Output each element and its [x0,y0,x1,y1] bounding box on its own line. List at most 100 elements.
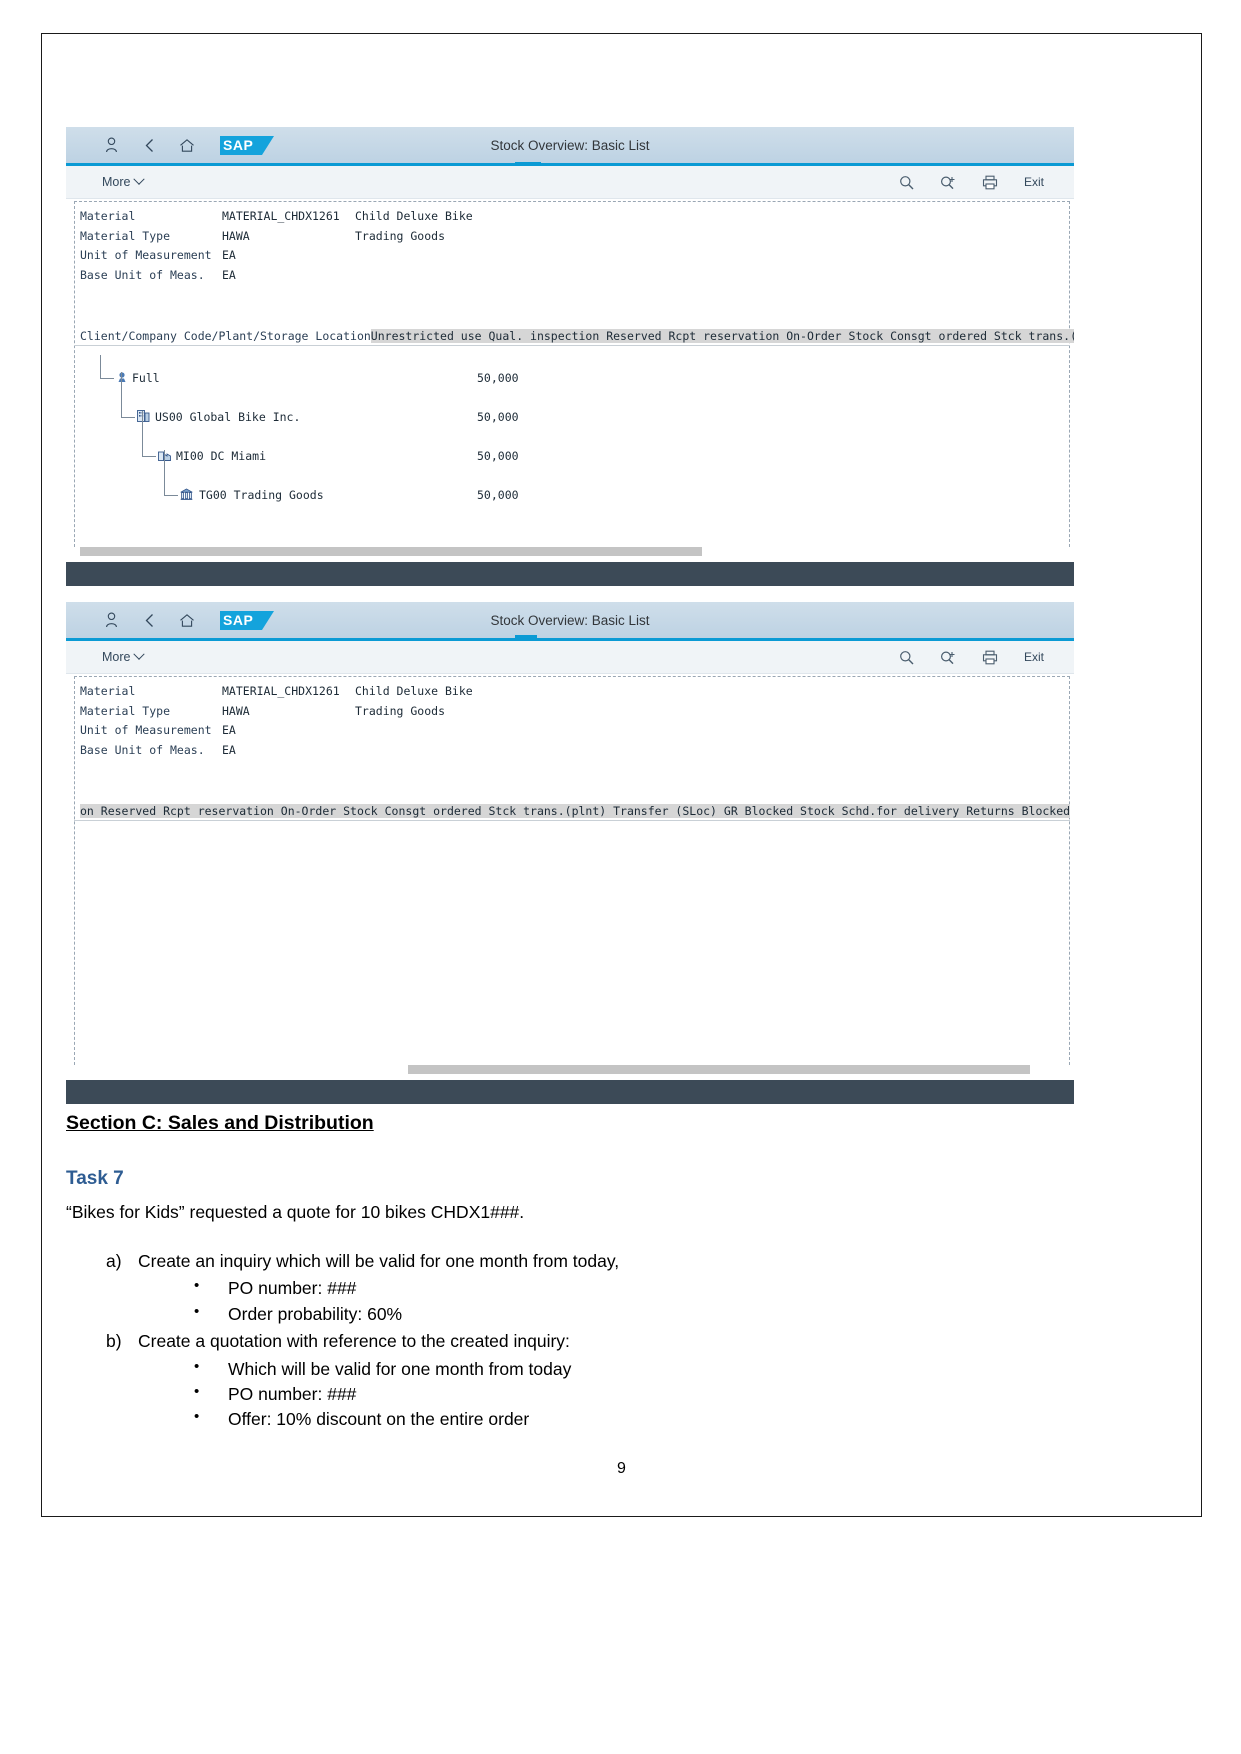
sap-screenshot-2: SAP Stock Overview: Basic List More Exit… [66,602,1074,1107]
meta-value-2: Child Deluxe Bike [355,209,473,223]
column-header-rule [74,820,1070,821]
list-item: • Offer: 10% discount on the entire order [194,1407,1177,1432]
print-icon[interactable] [982,650,998,665]
back-icon[interactable] [140,611,158,629]
meta-row: Unit of Measurement EA [66,721,1074,741]
meta-value-2: Trading Goods [355,228,446,243]
body-border-top-1 [74,201,1070,202]
tree-elbow [100,355,114,379]
horizontal-scrollbar-2[interactable] [74,1065,1070,1074]
column-header-row-1: Client/Company Code/Plant/Storage Locati… [66,327,1074,346]
sap-list-body-2: Material MATERIAL_CHDX1261 Child Deluxe … [66,674,1074,1080]
meta-row: Material Type HAWA Trading Goods [66,702,1074,722]
sap-logo-text: SAP [223,611,254,628]
body-border-top-2 [74,676,1070,677]
bullet-text: Order probability: 60% [228,1303,403,1324]
table-row[interactable]: TG00 Trading Goods 50,000 [80,450,1074,517]
meta-label: Material Type [80,703,171,718]
meta-label: Unit of Measurement [80,248,212,262]
page-number: 9 [617,1460,626,1477]
tree-value: 50,000 [477,488,519,502]
sap-list-body-1: Material MATERIAL_CHDX1261 Child Deluxe … [66,199,1074,562]
tree-elbow [142,433,156,457]
sap-footer-bar-2 [66,1080,1074,1104]
sap-toolbar-1: More Exit [66,166,1074,199]
page-title: Section C: Sales and Distribution [66,1112,374,1134]
more-label: More [102,650,131,664]
home-icon[interactable] [178,611,196,629]
bullet-text: PO number: ### [228,1383,357,1404]
meta-row: Unit of Measurement EA [66,246,1074,266]
body-border-right-2 [1069,676,1070,1070]
list-marker: b) [106,1331,122,1352]
bullet-icon: • [194,1277,200,1295]
sap-shell-header-1: SAP Stock Overview: Basic List [66,127,1074,163]
sap-logo-text: SAP [223,136,254,153]
home-icon[interactable] [178,136,196,154]
list-item-text: Create a quotation with reference to the… [138,1331,570,1352]
tree-elbow [121,394,135,418]
shell-header-icons-2: SAP [102,610,274,630]
meta-label: Unit of Measurement [80,723,212,737]
task-intro-text: “Bikes for Kids” requested a quote for 1… [66,1202,525,1222]
horizontal-scrollbar-1[interactable] [74,547,1070,556]
meta-value-2: Child Deluxe Bike [355,684,473,698]
exit-button-2[interactable]: Exit [1024,650,1044,664]
scrollbar-thumb[interactable] [407,1065,1031,1074]
more-menu-button-1[interactable]: More [102,173,146,189]
table-row[interactable]: Full 50,000 [80,355,1074,400]
search-next-icon[interactable] [940,650,956,665]
exit-button-1[interactable]: Exit [1024,175,1044,189]
bullet-text: Offer: 10% discount on the entire order [228,1409,530,1430]
meta-value-1: MATERIAL_CHDX1261 [222,684,340,698]
tree-label: Full [132,371,160,385]
print-icon[interactable] [982,175,998,190]
bullet-text: Which will be valid for one month from t… [228,1358,572,1379]
task-heading: Task 7 [66,1168,124,1189]
search-next-icon[interactable] [940,175,956,190]
meta-label: Material Type [80,228,171,243]
meta-row: Base Unit of Meas. EA [66,266,1074,286]
meta-row: Base Unit of Meas. EA [66,741,1074,761]
meta-row: Material MATERIAL_CHDX1261 Child Deluxe … [66,682,1074,702]
tree-value: 50,000 [477,371,519,385]
bullet-icon: • [194,1302,200,1320]
meta-value-1: HAWA [222,228,250,243]
user-icon[interactable] [102,136,120,154]
search-icon[interactable] [899,175,914,190]
sub-bullet-list: • Which will be valid for one month from … [138,1357,1177,1433]
meta-label: Material [80,209,136,223]
column-header-row-2: on Reserved Rcpt reservation On-Order St… [66,802,1074,821]
more-label: More [102,175,131,189]
column-header-rest: on Reserved Rcpt reservation On-Order St… [80,804,1071,818]
column-header-rule [74,345,1070,346]
task-item-list: a) Create an inquiry which will be valid… [66,1249,1177,1433]
meta-label: Base Unit of Meas. [80,267,205,282]
meta-value-1: EA [222,723,236,737]
meta-value-1: EA [222,742,236,757]
meta-value-1: EA [222,248,236,262]
more-menu-button-2[interactable]: More [102,648,146,664]
toolbar-right-1: Exit [899,175,1044,190]
tree-value: 50,000 [477,410,519,424]
user-icon[interactable] [102,611,120,629]
list-item-text: Create an inquiry which will be valid fo… [138,1251,620,1271]
meta-value-1: EA [222,267,236,282]
document-page: SAP Stock Overview: Basic List More Exit… [41,33,1202,1517]
tree-label: TG00 Trading Goods [199,488,324,502]
document-text-block: Section C: Sales and Distribution Task 7… [66,1112,1177,1435]
list-item: • PO number: ### [194,1382,1177,1407]
chevron-down-icon [133,648,146,660]
table-row[interactable]: US00 Global Bike Inc. 50,000 [80,372,1074,439]
table-row[interactable]: MI00 DC Miami 50,000 [80,411,1074,478]
bullet-icon: • [194,1382,200,1400]
meta-value-1: MATERIAL_CHDX1261 [222,209,340,223]
back-icon[interactable] [140,136,158,154]
scrollbar-thumb[interactable] [79,547,703,556]
column-header-key: Client/Company Code/Plant/Storage Locati… [80,329,371,343]
search-icon[interactable] [899,650,914,665]
list-item: • PO number: ### [194,1276,1177,1301]
sap-screenshot-1: SAP Stock Overview: Basic List More Exit… [66,127,1074,589]
sap-logo-2: SAP [220,610,274,630]
client-icon [116,371,128,383]
